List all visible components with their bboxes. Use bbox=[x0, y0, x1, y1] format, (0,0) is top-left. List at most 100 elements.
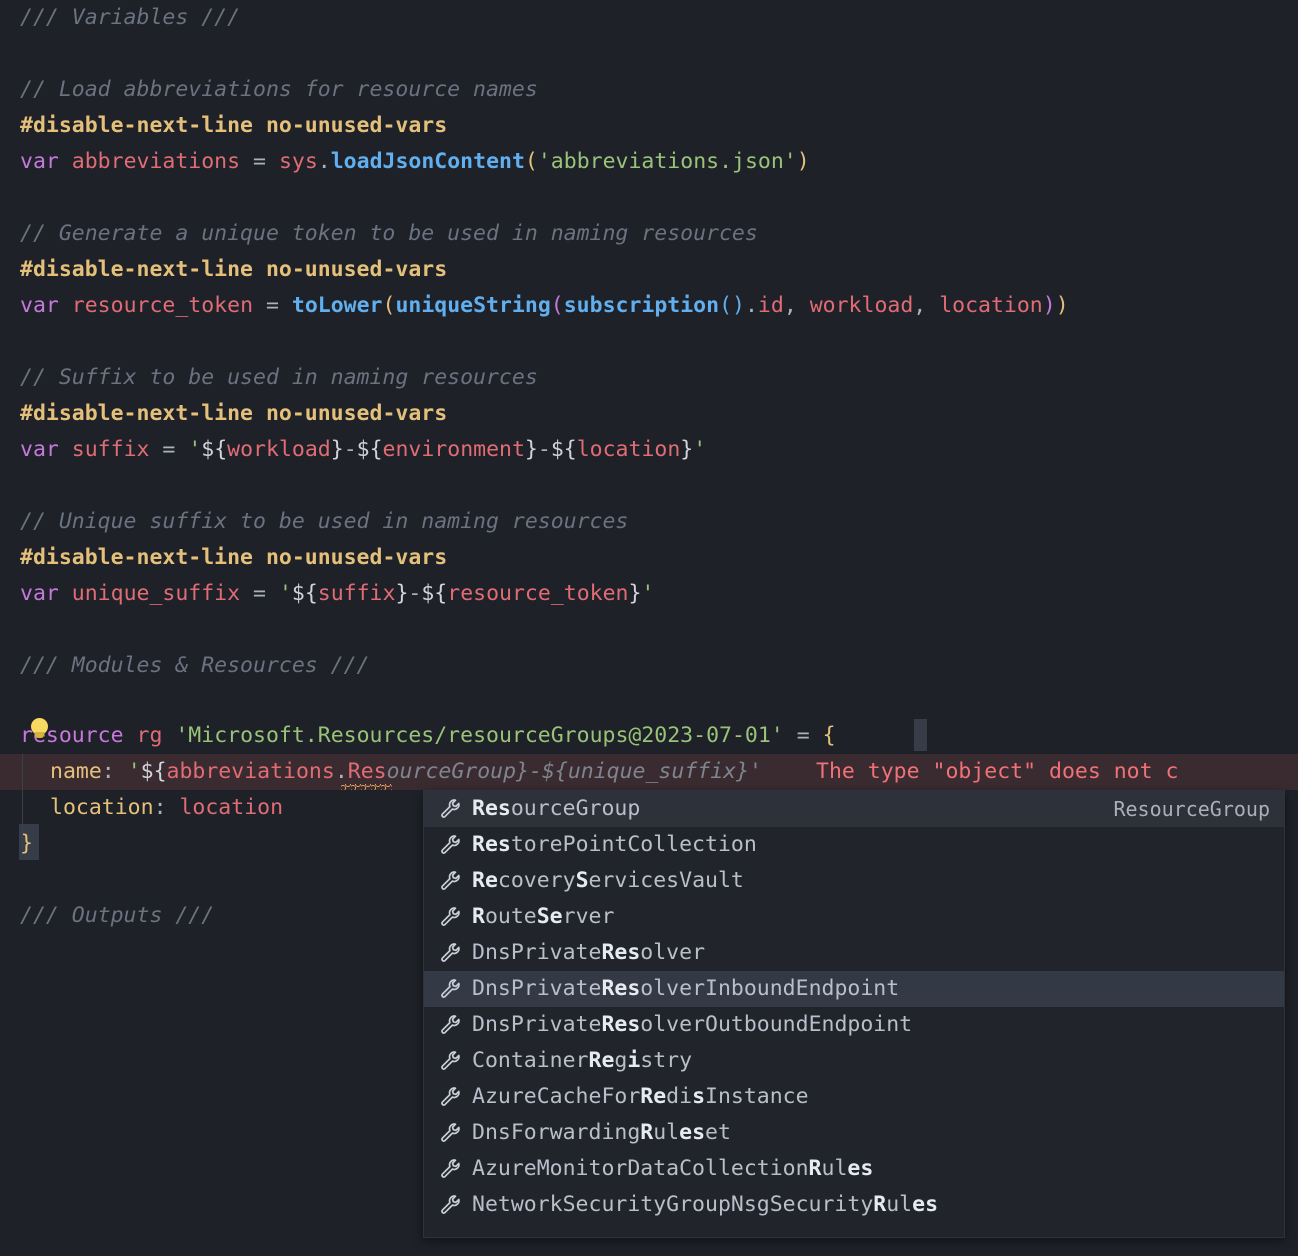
suggest-item[interactable]: DnsPrivateResolverInboundEndpoint bbox=[424, 971, 1284, 1007]
suggest-item-label: RouteServer bbox=[472, 904, 615, 929]
property-location-key: location bbox=[50, 795, 154, 820]
suggest-item[interactable]: RouteServer bbox=[424, 899, 1284, 935]
code-line-3: // Load abbreviations for resource names bbox=[0, 72, 1298, 108]
directive-disable-next-line-4: #disable-next-line bbox=[20, 545, 253, 570]
autocomplete-suggest-widget[interactable]: ResourceGroup ResourceGroup RestorePointCo… bbox=[423, 790, 1285, 1238]
paren-open-3: ( bbox=[550, 293, 564, 318]
interp-open-5: ${ bbox=[421, 581, 448, 606]
identifier-resource-token: resource_token bbox=[71, 293, 254, 318]
interp-open-2: ${ bbox=[356, 437, 383, 462]
suggest-item-detail: ResourceGroup bbox=[1113, 797, 1270, 821]
identifier-suffix: suffix bbox=[71, 437, 150, 462]
directive-disable-next-line-3: #disable-next-line bbox=[20, 401, 253, 426]
keyword-var-3: var bbox=[20, 437, 59, 462]
code-line-8: #disable-next-line no-unused-vars bbox=[0, 252, 1298, 288]
comment-load-abbreviations: // Load abbreviations for resource names bbox=[20, 77, 538, 102]
wrench-icon bbox=[441, 1159, 460, 1178]
colon-2: : bbox=[153, 795, 167, 820]
comma-2: , bbox=[913, 293, 927, 318]
dot-2: . bbox=[744, 293, 758, 318]
suggest-item[interactable]: ContainerRegistry bbox=[424, 1043, 1284, 1079]
operator-equals-5: = bbox=[796, 723, 810, 748]
suggest-item[interactable]: DnsForwardingRuleset bbox=[424, 1115, 1284, 1151]
paren-close-3: ) bbox=[1042, 293, 1056, 318]
suggest-item[interactable]: RestorePointCollection bbox=[424, 827, 1284, 863]
code-line-22: name: '${abbreviations.ResourceGroup}-${… bbox=[0, 754, 1298, 790]
function-subscription: subscription bbox=[563, 293, 720, 318]
interp-close-1: } bbox=[330, 437, 344, 462]
interp-close-3: } bbox=[680, 437, 694, 462]
text-cursor bbox=[914, 719, 927, 751]
dash-3: - bbox=[408, 581, 422, 606]
suggest-item[interactable]: RecoveryServicesVault bbox=[424, 863, 1284, 899]
code-line-9: var resource_token = toLower(uniqueStrin… bbox=[0, 288, 1298, 324]
inline-suggestion-ghost-text: ourceGroup}-${unique_suffix}' bbox=[386, 759, 762, 784]
wrench-icon bbox=[441, 1123, 460, 1142]
suggest-item-label: DnsPrivateResolverInboundEndpoint bbox=[472, 976, 900, 1001]
keyword-var-2: var bbox=[20, 293, 59, 318]
interp-location: location bbox=[576, 437, 681, 462]
suggest-item[interactable]: NetworkSecurityGroupNsgSecurityRules bbox=[424, 1187, 1284, 1223]
interp-open-1: ${ bbox=[201, 437, 228, 462]
suggest-item[interactable]: AzureMonitorDataCollectionRules bbox=[424, 1151, 1284, 1187]
paren-close-2: ) bbox=[1055, 293, 1069, 318]
suggest-item[interactable]: ResourceGroup ResourceGroup bbox=[424, 791, 1284, 827]
interp-close-5: } bbox=[628, 581, 642, 606]
keyword-var-1: var bbox=[20, 149, 59, 174]
paren-open-2: ( bbox=[382, 293, 396, 318]
directive-disable-next-line-2: #disable-next-line bbox=[20, 257, 253, 282]
resource-type-string: 'Microsoft.Resources/resourceGroups@2023… bbox=[175, 723, 784, 748]
code-line-4: #disable-next-line no-unused-vars bbox=[0, 108, 1298, 144]
interp-open-3: ${ bbox=[550, 437, 577, 462]
argument-workload: workload bbox=[809, 293, 914, 318]
directive-disable-next-line-1: #disable-next-line bbox=[20, 113, 253, 138]
suggest-item[interactable]: DnsPrivateResolver bbox=[424, 935, 1284, 971]
comment-unique-suffix: // Unique suffix to be used in naming re… bbox=[20, 509, 629, 534]
directive-rule-2: no-unused-vars bbox=[265, 257, 448, 282]
interp-resource-token: resource_token bbox=[447, 581, 629, 606]
directive-rule-4: no-unused-vars bbox=[265, 545, 448, 570]
code-line-21: resource rg 'Microsoft.Resources/resourc… bbox=[0, 718, 1298, 754]
code-line-13: var suffix = '${workload}-${environment}… bbox=[0, 432, 1298, 468]
interp-close-2: } bbox=[524, 437, 538, 462]
suggest-item[interactable]: DnsPrivateResolverOutboundEndpoint bbox=[424, 1007, 1284, 1043]
property-location-value: location bbox=[179, 795, 284, 820]
quote-close-2: ' bbox=[641, 581, 655, 606]
code-line-17: var unique_suffix = '${suffix}-${resourc… bbox=[0, 576, 1298, 612]
name-interp-open: ${ bbox=[140, 759, 167, 784]
wrench-icon bbox=[441, 1195, 460, 1214]
wrench-icon bbox=[441, 907, 460, 926]
wrench-icon bbox=[441, 835, 460, 854]
code-editor[interactable]: /// Variables /// // Load abbreviations … bbox=[0, 0, 1298, 1256]
name-interp-abbreviations: abbreviations bbox=[166, 759, 335, 784]
colon-1: : bbox=[101, 759, 115, 784]
interp-suffix: suffix bbox=[317, 581, 396, 606]
indent-guide bbox=[22, 754, 23, 850]
name-quote-open: ' bbox=[127, 759, 141, 784]
namespace-sys: sys bbox=[278, 149, 318, 174]
operator-equals-4: = bbox=[253, 581, 266, 606]
interp-open-4: ${ bbox=[291, 581, 318, 606]
suggest-item-label: ResourceGroup bbox=[472, 796, 641, 821]
section-header-outputs: /// Outputs /// bbox=[20, 903, 215, 928]
property-name-key: name bbox=[50, 759, 102, 784]
suggest-item[interactable]: AzureCacheForRedisInstance bbox=[424, 1079, 1284, 1115]
dash-1: - bbox=[343, 437, 357, 462]
suggest-item-label: DnsPrivateResolver bbox=[472, 940, 706, 965]
lightbulb-icon[interactable] bbox=[29, 718, 51, 744]
string-abbreviations-json: 'abbreviations.json' bbox=[537, 149, 797, 174]
interp-environment: environment bbox=[382, 437, 525, 462]
interp-close-4: } bbox=[395, 581, 409, 606]
paren-pair-4: () bbox=[719, 293, 745, 318]
code-line-11: // Suffix to be used in naming resources bbox=[0, 360, 1298, 396]
function-uniquestring: uniqueString bbox=[395, 293, 551, 318]
suggest-item-label: ContainerRegistry bbox=[472, 1048, 693, 1073]
brace-open: { bbox=[822, 723, 836, 748]
suggest-item-label: AzureMonitorDataCollectionRules bbox=[472, 1156, 874, 1181]
directive-rule-3: no-unused-vars bbox=[265, 401, 448, 426]
